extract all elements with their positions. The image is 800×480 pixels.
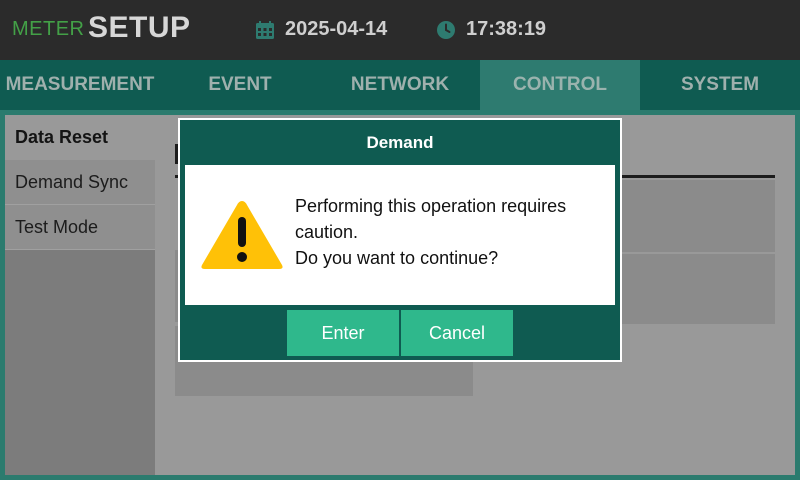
dialog-message-line1: Performing this operation requires cauti…: [295, 196, 567, 242]
dialog-body: Performing this operation requires cauti…: [185, 165, 615, 305]
page-title: SETUP: [88, 11, 191, 44]
tab-control[interactable]: CONTROL: [480, 60, 640, 110]
sidebar-item-test-mode[interactable]: Test Mode: [5, 205, 155, 250]
dialog-title: Demand: [366, 133, 434, 152]
clock-icon: [437, 21, 455, 39]
tab-bar: MEASUREMENT EVENT NETWORK CONTROL SYSTEM: [0, 60, 800, 110]
tab-event[interactable]: EVENT: [160, 60, 320, 110]
date-display: 2025-04-14: [285, 18, 388, 40]
dialog-message: Performing this operation requires cauti…: [295, 193, 605, 271]
sidebar: Data Reset Demand Sync Test Mode: [5, 115, 155, 475]
time-display: 17:38:19: [466, 18, 547, 40]
warning-icon: [201, 201, 283, 269]
sidebar-item-demand-sync[interactable]: Demand Sync: [5, 160, 155, 205]
tab-measurement[interactable]: MEASUREMENT: [0, 60, 160, 110]
tab-network[interactable]: NETWORK: [320, 60, 480, 110]
calendar-icon: [256, 21, 274, 39]
cancel-button[interactable]: Cancel: [401, 310, 513, 356]
confirm-dialog: Demand Performing this operation require…: [178, 118, 622, 362]
enter-button[interactable]: Enter: [287, 310, 399, 356]
sidebar-item-data-reset[interactable]: Data Reset: [5, 115, 155, 160]
brand-meter: METER: [12, 18, 85, 40]
tab-system[interactable]: SYSTEM: [640, 60, 800, 110]
dialog-message-line2: Do you want to continue?: [295, 248, 499, 268]
top-header: METER SETUP 2025-04-14 17:38:19: [0, 0, 800, 60]
